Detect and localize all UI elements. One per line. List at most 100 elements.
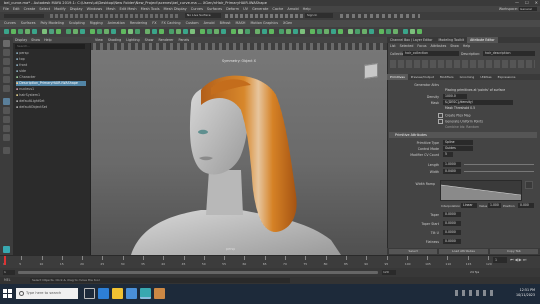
shelf-tab-xgen[interactable]: XGen bbox=[283, 20, 292, 27]
copy-tab-button[interactable]: Copy Tab bbox=[489, 249, 538, 254]
brush-icon[interactable] bbox=[97, 29, 102, 34]
outliner-search-input[interactable]: Search... bbox=[15, 44, 85, 49]
command-input[interactable]: Select Objects. Click & drag to move the… bbox=[30, 278, 290, 283]
shelf-tab-sculpting[interactable]: Sculpting bbox=[69, 20, 85, 27]
shelf-tab-fx[interactable]: FX bbox=[152, 20, 156, 27]
outliner-menu-show[interactable]: Show bbox=[31, 37, 40, 43]
collection-select[interactable]: hair_collection bbox=[403, 51, 459, 56]
store-icon[interactable] bbox=[126, 288, 137, 299]
shelf-tab-rigging[interactable]: Rigging bbox=[90, 20, 103, 27]
view-cube-icon[interactable] bbox=[364, 63, 378, 79]
layout-icon[interactable] bbox=[3, 125, 10, 132]
select-tool-icon[interactable] bbox=[3, 40, 10, 47]
xgen-icon[interactable] bbox=[18, 29, 23, 34]
outliner-item[interactable]: ▪ defaultLightSet bbox=[16, 99, 45, 104]
single-view-icon[interactable] bbox=[3, 98, 10, 105]
brush-icon[interactable] bbox=[152, 29, 157, 34]
modifier-icon[interactable] bbox=[190, 29, 195, 34]
modifier-icon[interactable] bbox=[200, 29, 205, 34]
primitive-type-select[interactable]: Spline bbox=[443, 140, 473, 145]
cache-icon[interactable] bbox=[279, 29, 284, 34]
length-field[interactable]: 1.0000 bbox=[443, 162, 461, 167]
xgen-toolbar[interactable] bbox=[390, 60, 535, 68]
cache-icon[interactable] bbox=[286, 29, 291, 34]
render-icon[interactable] bbox=[379, 29, 384, 34]
ramp-expand-icon[interactable] bbox=[525, 181, 533, 189]
render-icon[interactable] bbox=[348, 29, 353, 34]
length-slider[interactable] bbox=[464, 164, 534, 165]
shelf-tab-surfaces[interactable]: Surfaces bbox=[21, 20, 36, 27]
move-tool-icon[interactable] bbox=[3, 67, 10, 74]
live-surface-field[interactable]: No Live Surface bbox=[185, 13, 221, 18]
brush-icon[interactable] bbox=[135, 29, 140, 34]
edge-icon[interactable] bbox=[98, 288, 109, 299]
ramp-position-field[interactable]: 0.000 bbox=[518, 203, 534, 208]
mask-field[interactable]: ${DESC}/density/ bbox=[443, 100, 513, 105]
render-icon[interactable] bbox=[403, 29, 408, 34]
cache-icon[interactable] bbox=[262, 29, 267, 34]
range-bar[interactable] bbox=[18, 271, 378, 274]
outliner-item[interactable]: ▪ Description_PrimaryHAIR.lWAShape bbox=[16, 81, 86, 86]
ae-menu-show[interactable]: Show bbox=[450, 43, 459, 49]
current-frame-field[interactable]: 1 bbox=[493, 257, 507, 263]
ae-menu-list[interactable]: List bbox=[390, 43, 396, 49]
cache-icon[interactable] bbox=[317, 29, 322, 34]
outliner-item[interactable]: ▪ nucleus1 bbox=[16, 87, 34, 92]
brush-icon[interactable] bbox=[104, 29, 109, 34]
xgen-icon[interactable] bbox=[32, 29, 37, 34]
cache-icon[interactable] bbox=[293, 29, 298, 34]
outliner-item[interactable]: ▪ hairSystem1 bbox=[16, 93, 40, 98]
sign-in-field[interactable]: Sign In bbox=[305, 13, 333, 18]
render-icon[interactable] bbox=[386, 29, 391, 34]
system-tray-icons[interactable] bbox=[455, 290, 495, 296]
viewport[interactable]: Symmetry: Object X persp bbox=[91, 50, 387, 255]
fps-select[interactable]: 24 fps bbox=[470, 270, 479, 275]
modifier-icon[interactable] bbox=[183, 29, 188, 34]
shelf-tab-bifrost[interactable]: Bifrost bbox=[220, 20, 231, 27]
cv-count-field[interactable]: 5 bbox=[443, 152, 453, 157]
primitive-attributes-section[interactable]: Primitive Attributes bbox=[389, 132, 537, 138]
tab-primitives[interactable]: Primitives bbox=[387, 74, 408, 80]
width-field[interactable]: 0.0400 bbox=[443, 169, 461, 174]
groom-icon[interactable] bbox=[49, 29, 54, 34]
groom-icon[interactable] bbox=[66, 29, 71, 34]
rotate-tool-icon[interactable] bbox=[3, 76, 10, 83]
brush-icon[interactable] bbox=[121, 29, 126, 34]
brush-icon[interactable] bbox=[145, 29, 150, 34]
create-ptex-checkbox[interactable]: Create Ptex Map bbox=[438, 113, 471, 118]
tab-utilities[interactable]: Utilities bbox=[477, 74, 494, 80]
cache-icon[interactable] bbox=[255, 29, 260, 34]
outliner-item[interactable]: ▪ persp bbox=[16, 51, 29, 56]
mode-selector[interactable] bbox=[4, 14, 44, 18]
control-mode-select[interactable]: Guides bbox=[443, 146, 473, 151]
shelf-tab-fx-caching[interactable]: FX Caching bbox=[162, 20, 181, 27]
brush-icon[interactable] bbox=[128, 29, 133, 34]
shelf-tab-motion-graphics[interactable]: Motion Graphics bbox=[250, 20, 278, 27]
tab-preview-output[interactable]: Preview/Output bbox=[408, 74, 437, 80]
tab-expressions[interactable]: Expressions bbox=[495, 74, 519, 80]
load-attributes-button[interactable]: Load Attributes bbox=[439, 249, 488, 254]
layout-icon[interactable] bbox=[3, 147, 10, 154]
shelf-tab-poly-modeling[interactable]: Poly Modeling bbox=[40, 20, 63, 27]
shelf-tab-custom[interactable]: Custom bbox=[186, 20, 199, 27]
viewport-toolbar[interactable] bbox=[91, 43, 387, 50]
current-time-marker[interactable] bbox=[4, 256, 6, 265]
cache-icon[interactable] bbox=[338, 29, 343, 34]
paint-select-icon[interactable] bbox=[3, 58, 10, 65]
shelf-tab-rendering[interactable]: Rendering bbox=[130, 20, 147, 27]
interpolation-select[interactable]: Linear bbox=[461, 203, 477, 208]
render-icon[interactable] bbox=[410, 29, 415, 34]
width-ramp[interactable] bbox=[440, 180, 522, 201]
render-icon[interactable] bbox=[369, 29, 374, 34]
playback-controls[interactable]: ⏮◀▶⏭ bbox=[510, 257, 538, 263]
groom-icon[interactable] bbox=[42, 29, 47, 34]
xgen-icon[interactable] bbox=[25, 29, 30, 34]
ramp-value-field[interactable]: 1.000 bbox=[488, 203, 501, 208]
render-icon[interactable] bbox=[417, 29, 422, 34]
ae-menu-selected[interactable]: Selected bbox=[400, 43, 414, 49]
xgen-icon[interactable] bbox=[4, 29, 9, 34]
groom-icon[interactable] bbox=[73, 29, 78, 34]
app-icon[interactable] bbox=[154, 288, 165, 299]
ae-menu-attributes[interactable]: Attributes bbox=[431, 43, 447, 49]
description-select[interactable]: hair_description bbox=[483, 51, 535, 56]
